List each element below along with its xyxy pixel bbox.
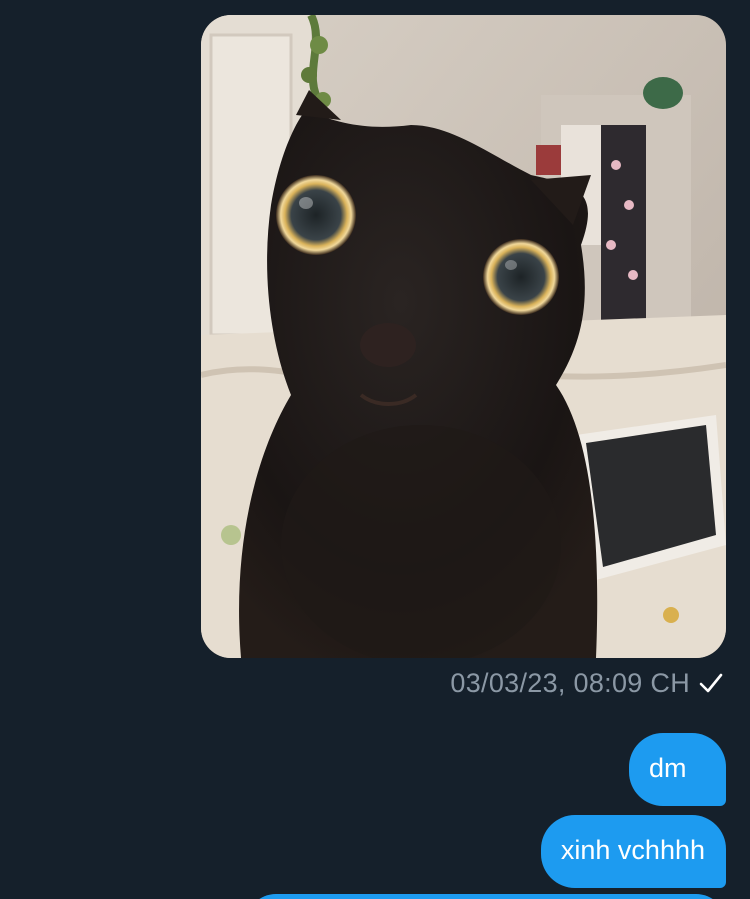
message-timestamp: 03/03/23, 08:09 CH [450,667,690,698]
message-bubble[interactable]: dm [629,733,726,806]
dm-conversation: 03/03/23, 08:09 CH dm xinh vchhhh [0,0,750,899]
message-bubble-partial[interactable] [246,894,726,899]
check-icon [699,673,723,693]
cat-photo [201,15,726,658]
message-meta: 03/03/23, 08:09 CH [450,665,724,701]
message-bubble[interactable]: xinh vchhhh [540,815,726,888]
photo-message[interactable] [201,15,726,658]
